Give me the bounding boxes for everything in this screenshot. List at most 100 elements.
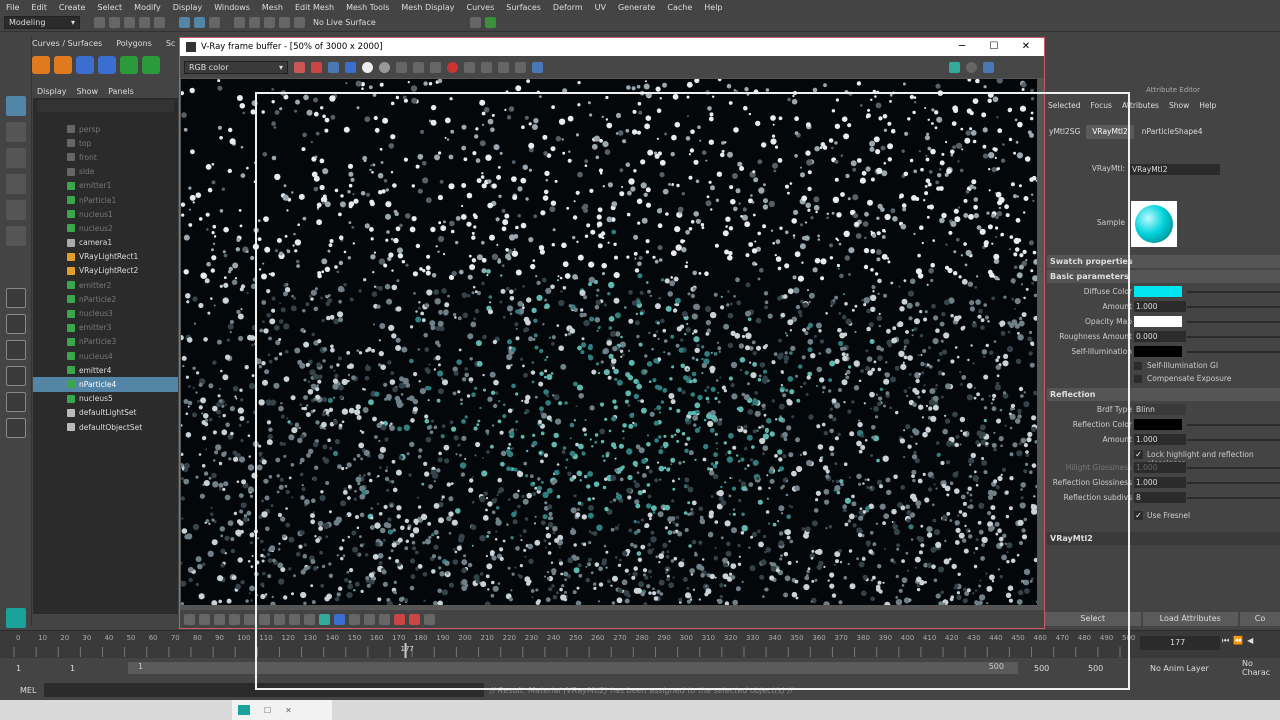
outliner-item[interactable]: camera1 xyxy=(33,236,178,250)
snap-grid-icon[interactable] xyxy=(234,17,245,28)
attribute-slider[interactable] xyxy=(1187,336,1280,338)
shelf-tab-sculpting[interactable]: Sc xyxy=(166,39,175,48)
ae-tab-nparticleshape[interactable]: nParticleShape4 xyxy=(1136,125,1209,139)
self-illum-gi-checkbox[interactable] xyxy=(1134,362,1142,370)
load-image-icon[interactable] xyxy=(413,61,424,73)
outliner-layout-icon[interactable] xyxy=(6,366,26,386)
current-frame-field[interactable]: 177 xyxy=(1140,636,1220,650)
attribute-slider[interactable] xyxy=(1187,424,1280,426)
outliner-item[interactable]: front xyxy=(33,150,178,164)
character-set-dropdown[interactable]: No Charac xyxy=(1242,659,1280,677)
select-object-icon[interactable] xyxy=(194,17,205,28)
outliner-item[interactable]: VRayLightRect2 xyxy=(33,264,178,278)
pixel-info-icon[interactable] xyxy=(349,613,360,625)
section-swatch-properties[interactable]: Swatch properties xyxy=(1047,255,1280,268)
revolve-icon[interactable] xyxy=(142,56,160,74)
region-render-icon[interactable] xyxy=(481,61,492,73)
ae-select-button[interactable]: Select xyxy=(1045,612,1141,626)
range-slider[interactable]: 1 500 xyxy=(128,662,1018,674)
white-balance-icon[interactable] xyxy=(274,613,285,625)
ae-node-name-field[interactable]: VRayMtl2 xyxy=(1130,164,1220,175)
brdf-type-dropdown[interactable]: Blinn xyxy=(1134,404,1186,415)
red-channel-icon[interactable] xyxy=(311,61,322,73)
paint-select-icon[interactable] xyxy=(6,148,26,168)
menu-deform[interactable]: Deform xyxy=(553,3,583,12)
menu-mesh-display[interactable]: Mesh Display xyxy=(401,3,454,12)
stereo-icon[interactable] xyxy=(334,613,345,625)
mono-icon[interactable] xyxy=(379,61,390,73)
section-reflection[interactable]: Reflection xyxy=(1047,388,1280,401)
curve-icon[interactable] xyxy=(259,613,270,625)
shelf-tab-curves[interactable]: Curves / Surfaces xyxy=(32,39,102,48)
outliner-item[interactable]: top xyxy=(33,136,178,150)
outliner-item[interactable]: defaultObjectSet xyxy=(33,420,178,434)
outliner-item[interactable]: nucleus5 xyxy=(33,392,178,406)
copy-tab-button[interactable]: Co xyxy=(1240,612,1280,626)
alpha-channel-icon[interactable] xyxy=(362,61,373,73)
outliner-item[interactable]: emitter2 xyxy=(33,278,178,292)
lens-effects-icon[interactable] xyxy=(319,613,330,625)
outliner-item[interactable]: nucleus3 xyxy=(33,306,178,320)
numeric-field[interactable]: 0.000 xyxy=(1134,331,1186,342)
background-icon[interactable] xyxy=(304,613,315,625)
outliner-item[interactable]: nParticle2 xyxy=(33,292,178,306)
menu-uv[interactable]: UV xyxy=(595,3,606,12)
outliner-menu-show[interactable]: Show xyxy=(77,87,99,96)
compare-icon[interactable] xyxy=(364,613,375,625)
bucket-icon[interactable] xyxy=(394,613,405,625)
attribute-slider[interactable] xyxy=(1187,439,1280,441)
minimize-button[interactable]: ─ xyxy=(946,38,978,56)
ipr-render-icon[interactable] xyxy=(484,17,496,28)
hue-icon[interactable] xyxy=(289,613,300,625)
save-scene-icon[interactable] xyxy=(124,17,135,28)
outliner-item[interactable]: VRayLightRect1 xyxy=(33,250,178,264)
maximize-button[interactable]: ☐ xyxy=(978,38,1010,56)
color-swatch[interactable] xyxy=(1134,316,1182,327)
attribute-slider[interactable] xyxy=(1187,321,1280,323)
cv-curve-icon[interactable] xyxy=(32,56,50,74)
levels-icon[interactable] xyxy=(244,613,255,625)
outliner-item[interactable]: side xyxy=(33,165,178,179)
play-back-icon[interactable]: ◀ xyxy=(1247,636,1253,650)
blue-channel-icon[interactable] xyxy=(345,61,356,73)
vfb-settings-icon[interactable] xyxy=(966,61,977,73)
link-viewport-icon[interactable] xyxy=(498,61,509,73)
history-icon[interactable] xyxy=(409,613,420,625)
lut-icon[interactable] xyxy=(199,613,210,625)
numeric-field[interactable]: 8 xyxy=(1134,492,1186,503)
track-mouse-icon[interactable] xyxy=(464,61,475,73)
render-last-icon[interactable] xyxy=(532,61,543,73)
four-view-icon[interactable] xyxy=(6,314,26,334)
loft-icon[interactable] xyxy=(120,56,138,74)
attribute-slider[interactable] xyxy=(1187,467,1280,469)
load-attributes-button[interactable]: Load Attributes xyxy=(1142,612,1238,626)
snap-point-icon[interactable] xyxy=(264,17,275,28)
playback-end-field[interactable]: 500 xyxy=(1034,664,1049,673)
numeric-field[interactable]: 1.000 xyxy=(1134,434,1186,445)
snap-surface-icon[interactable] xyxy=(279,17,290,28)
outliner-item[interactable]: nParticle4 xyxy=(33,377,178,392)
nurbs-cube-icon[interactable] xyxy=(98,56,116,74)
attribute-slider[interactable] xyxy=(1187,351,1280,353)
exposure-icon[interactable] xyxy=(229,613,240,625)
color-swatch[interactable] xyxy=(1134,286,1182,297)
green-channel-icon[interactable] xyxy=(328,61,339,73)
outliner-menu-display[interactable]: Display xyxy=(37,87,67,96)
outliner-item[interactable]: nParticle3 xyxy=(33,335,178,349)
menu-curves[interactable]: Curves xyxy=(466,3,494,12)
layers-icon[interactable] xyxy=(424,613,435,625)
menu-edit[interactable]: Edit xyxy=(31,3,47,12)
single-view-icon[interactable] xyxy=(6,288,26,308)
lock-highlight-checkbox[interactable]: ✓ xyxy=(1134,450,1143,459)
outliner-item[interactable]: nucleus2 xyxy=(33,221,178,235)
menu-set-dropdown[interactable]: Modeling ▾ xyxy=(4,16,80,29)
outliner-item[interactable]: defaultLightSet xyxy=(33,406,178,420)
color-picker-icon[interactable] xyxy=(294,61,305,73)
menu-select[interactable]: Select xyxy=(97,3,122,12)
menu-file[interactable]: File xyxy=(6,3,19,12)
attribute-slider[interactable] xyxy=(1187,482,1280,484)
animation-start-field[interactable]: 1 xyxy=(16,664,21,673)
numeric-field[interactable]: 1.000 xyxy=(1134,477,1186,488)
outliner-menu-panels[interactable]: Panels xyxy=(108,87,134,96)
scale-tool-icon[interactable] xyxy=(6,226,26,246)
